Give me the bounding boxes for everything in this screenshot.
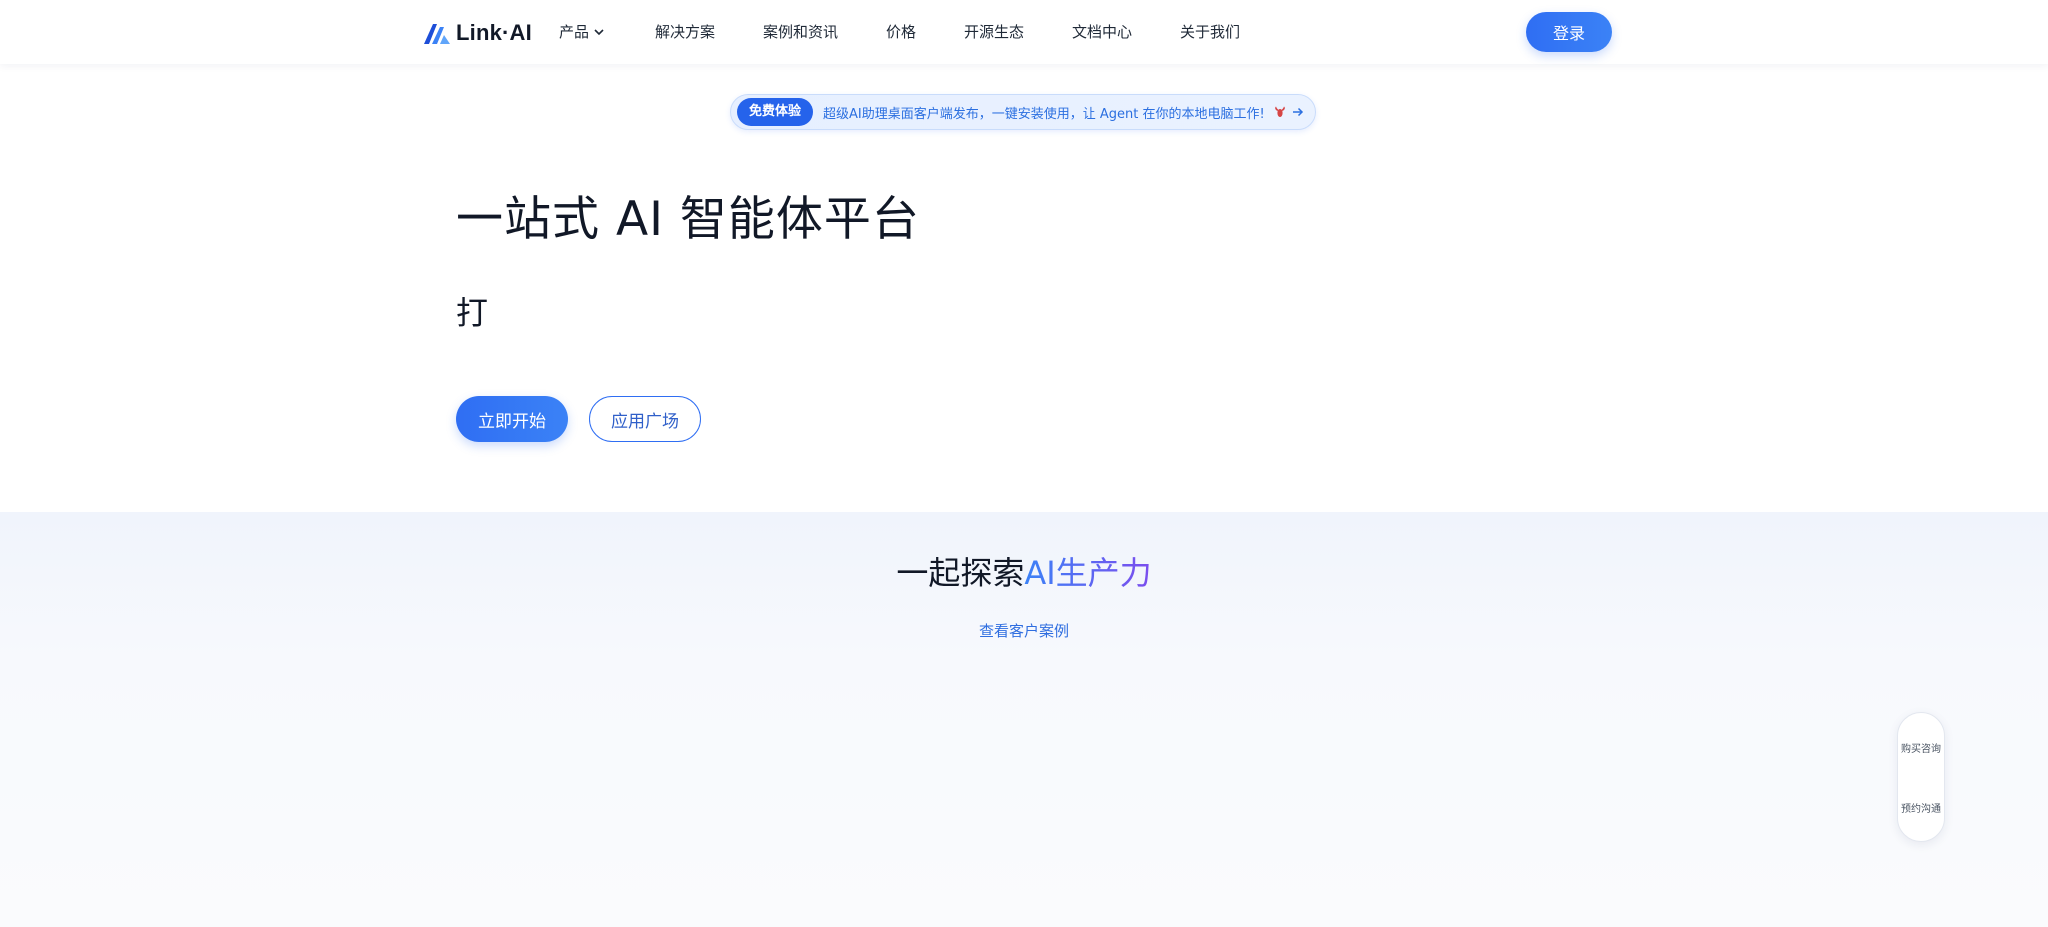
arrow-right-icon bbox=[1292, 107, 1303, 117]
explore-section: 一起探索AI生产力 查看客户案例 bbox=[0, 512, 2048, 927]
nav-item-docs[interactable]: 文档中心 bbox=[1072, 21, 1132, 42]
chevron-down-icon bbox=[594, 28, 604, 35]
floating-consult-widget: 购买咨询 预约沟通 bbox=[1897, 712, 1945, 842]
nav-item-label: 产品 bbox=[559, 23, 590, 41]
nav-item-label: 文档中心 bbox=[1072, 23, 1133, 41]
book-meeting-button[interactable]: 预约沟通 bbox=[1898, 800, 1944, 815]
link-ai-logo-icon bbox=[424, 24, 450, 44]
nav-item-solutions[interactable]: 解决方案 bbox=[655, 21, 715, 42]
hero-title: 一站式 AI 智能体平台 bbox=[456, 192, 920, 247]
view-customer-cases-link[interactable]: 查看客户案例 bbox=[0, 620, 2048, 641]
nav-item-pricing[interactable]: 价格 bbox=[886, 21, 916, 42]
nav-item-about[interactable]: 关于我们 bbox=[1180, 21, 1240, 42]
nav-item-open-source[interactable]: 开源生态 bbox=[964, 21, 1024, 42]
nav-item-cases[interactable]: 案例和资讯 bbox=[763, 21, 838, 42]
nav-item-label: 开源生态 bbox=[964, 23, 1025, 41]
nav-item-label: 关于我们 bbox=[1180, 23, 1241, 41]
nav-item-products[interactable]: 产品 bbox=[559, 21, 605, 42]
announcement-banner[interactable]: 免费体验 超级AI助理桌面客户端发布，一键安装使用，让 Agent 在你的本地电… bbox=[730, 94, 1316, 130]
explore-title-plain: 一起探索 bbox=[896, 554, 1025, 592]
purchase-consult-button[interactable]: 购买咨询 bbox=[1898, 740, 1944, 755]
logo-text: Link·AI bbox=[456, 20, 532, 45]
free-trial-badge: 免费体验 bbox=[737, 98, 814, 126]
login-button[interactable]: 登录 bbox=[1526, 12, 1612, 52]
logo[interactable]: Link·AI bbox=[424, 20, 532, 46]
lobster-icon bbox=[1274, 106, 1285, 117]
nav-item-label: 价格 bbox=[886, 23, 917, 41]
typing-text: 打 bbox=[456, 294, 489, 332]
get-started-button[interactable]: 立即开始 bbox=[456, 396, 568, 442]
announcement-text: 超级AI助理桌面客户端发布，一键安装使用，让 Agent 在你的本地电脑工作! bbox=[823, 106, 1265, 122]
nav-item-label: 解决方案 bbox=[655, 23, 716, 41]
explore-title: 一起探索AI生产力 bbox=[0, 548, 2048, 594]
app-plaza-button[interactable]: 应用广场 bbox=[589, 396, 701, 442]
explore-title-highlight: AI生产力 bbox=[1024, 554, 1152, 592]
top-navbar: Link·AI 产品 解决方案 案例和资讯 价格 开源生态 文档中心 关于我们 … bbox=[0, 0, 2048, 64]
nav-item-label: 案例和资讯 bbox=[763, 23, 839, 41]
